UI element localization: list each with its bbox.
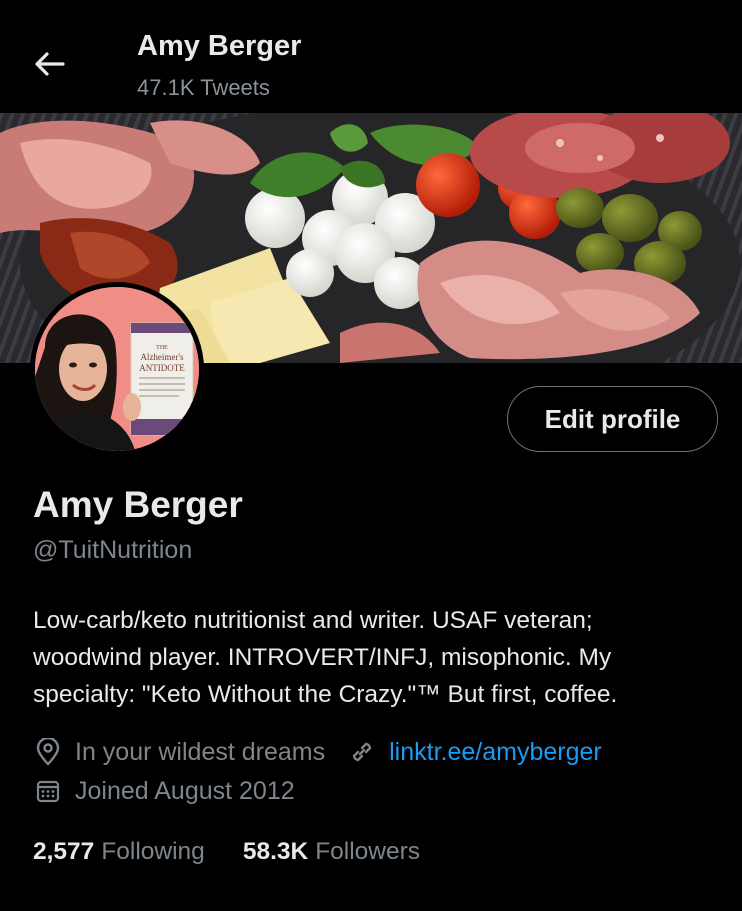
calendar-icon [33, 776, 63, 806]
following-label: Following [101, 838, 205, 865]
bio-line: woodwind player. INTROVERT/INFJ, misopho… [33, 644, 612, 671]
book-cover-line1: THE [156, 345, 168, 351]
profile-joined-date: Joined August 2012 [75, 776, 295, 805]
header-title: Amy Berger [137, 30, 302, 62]
followers-stat[interactable]: 58.3K Followers [243, 838, 420, 866]
top-bar: Amy Berger 47.1K Tweets [0, 0, 742, 113]
back-button[interactable] [30, 46, 70, 82]
website-link[interactable]: linktr.ee/amyberger [347, 737, 602, 767]
profile-meta-row: In your wildest dreams linktr.ee/amyberg… [33, 737, 602, 767]
following-count: 2,577 [33, 838, 95, 865]
profile-handle: @TuitNutrition [33, 536, 193, 564]
website-url[interactable]: linktr.ee/amyberger [389, 738, 602, 767]
map-pin-icon [33, 737, 63, 767]
link-icon [347, 737, 377, 767]
bio-line: specialty: "Keto Without the Crazy."™ Bu… [33, 681, 618, 708]
profile-bio: Low-carb/keto nutritionist and writer. U… [33, 602, 733, 713]
profile-location: In your wildest dreams [75, 737, 326, 766]
following-stat[interactable]: 2,577 Following [33, 838, 205, 866]
tweet-count: 47.1K Tweets [137, 75, 270, 100]
profile-stats: 2,577 Following 58.3K Followers [33, 838, 458, 866]
edit-profile-button[interactable]: Edit profile [507, 386, 718, 452]
arrow-left-icon [35, 52, 65, 76]
profile-display-name: Amy Berger [33, 484, 243, 525]
followers-label: Followers [315, 838, 421, 865]
profile-avatar[interactable]: THE Alzheimer's ANTIDOTE [30, 282, 204, 456]
bio-line: Low-carb/keto nutritionist and writer. U… [33, 607, 593, 634]
followers-count: 58.3K [242, 838, 309, 865]
book-cover-line3: ANTIDOTE [139, 363, 185, 373]
avatar-photo: THE Alzheimer's ANTIDOTE [35, 287, 199, 451]
profile-meta-row: Joined August 2012 [33, 776, 295, 806]
book-cover-line2: Alzheimer's [140, 352, 184, 362]
